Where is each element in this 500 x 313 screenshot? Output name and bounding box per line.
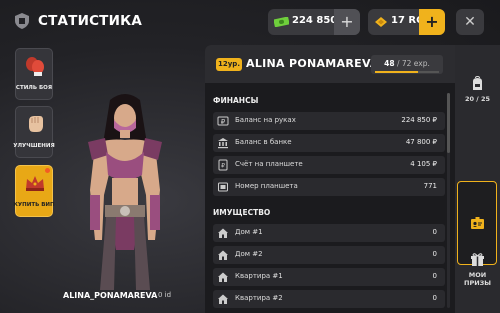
sidebar-item-fight-style[interactable]: СТИЛЬ БОЯ: [15, 48, 53, 100]
right-column: 20 / 25 МОИ ПРИЗЫ: [455, 45, 500, 313]
experience-bar: [375, 71, 439, 73]
experience-current: 48: [384, 59, 395, 68]
finance-value: 4 105 ₽: [410, 160, 437, 168]
sidebar-item-upgrades[interactable]: УЛУЧШЕНИЯ: [13, 106, 55, 158]
rc-balance: 17 RC +: [368, 9, 445, 35]
property-row: Дом #1 0: [213, 224, 445, 242]
property-value: 0: [432, 294, 437, 302]
finance-row: Номер планшета 771: [213, 178, 445, 196]
player-name: ALINA PONAMAREVA: [246, 57, 379, 70]
sidebar-item-label: КУПИТЬ ВИП: [13, 202, 55, 208]
add-rc-button[interactable]: +: [419, 9, 445, 35]
sidebar-item-label: СТИЛЬ БОЯ: [15, 85, 53, 91]
property-value: 0: [432, 228, 437, 236]
finance-value: 771: [423, 182, 437, 190]
header: СТАТИСТИКА 224 850 ₽ + 17 RC + ✕: [0, 0, 500, 44]
house-icon: [218, 250, 228, 260]
finance-label: Баланс в банке: [235, 138, 292, 146]
finance-value: 47 800 ₽: [405, 138, 437, 146]
property-value: 0: [432, 272, 437, 280]
property-row: Квартира #1 0: [213, 268, 445, 286]
profile-header: 12ур. ALINA PONAMAREVA 48 / 72 exp.: [205, 45, 455, 83]
crown-icon: [26, 176, 44, 191]
character-id: 0 id: [158, 291, 172, 299]
svg-text:₽: ₽: [221, 163, 225, 170]
finance-label: Баланс на руках: [235, 116, 296, 124]
property-label: Квартира #2: [235, 294, 283, 302]
finance-row: ₽ Счёт на планшете 4 105 ₽: [213, 156, 445, 174]
fist-icon: [29, 116, 43, 132]
gift-icon: [471, 253, 484, 266]
experience-box: 48 / 72 exp.: [371, 55, 443, 74]
sidebar-item-label: УЛУЧШЕНИЯ: [13, 143, 55, 149]
property-label: Дом #1: [235, 228, 263, 236]
section-title-finance: ФИНАНСЫ: [213, 96, 259, 105]
finance-label: Счёт на планшете: [235, 160, 303, 168]
my-prizes-label: МОИ ПРИЗЫ: [464, 271, 491, 287]
experience-text: 48 / 72 exp.: [371, 59, 443, 68]
finance-row: Баланс в банке 47 800 ₽: [213, 134, 445, 152]
shield-icon: [15, 13, 29, 29]
character-model: [88, 94, 162, 290]
section-title-property: ИМУЩЕСТВО: [213, 208, 271, 217]
svg-text:₽: ₽: [221, 118, 226, 126]
experience-bar-fill: [375, 71, 418, 73]
inventory-count: 20 / 25: [465, 95, 490, 103]
property-label: Дом #2: [235, 250, 263, 258]
backpack-icon: [473, 76, 482, 90]
scrollbar[interactable]: [447, 93, 450, 308]
house-icon: [218, 228, 228, 238]
inventory-button[interactable]: 20 / 25: [455, 73, 500, 113]
id-card-icon: [471, 217, 484, 229]
tablet-number-icon: [218, 182, 228, 192]
rc-coin-icon: [375, 17, 387, 27]
level-badge: 12ур.: [216, 58, 242, 71]
finance-label: Номер планшета: [235, 182, 298, 190]
character-name: ALINA_PONAMAREVA: [63, 291, 158, 300]
boxing-gloves-icon: [26, 57, 44, 76]
close-button[interactable]: ✕: [456, 9, 484, 35]
page-title: СТАТИСТИКА: [38, 13, 142, 29]
stats-panel: 12ур. ALINA PONAMAREVA 48 / 72 exp. ФИНА…: [205, 45, 455, 313]
finance-value: 224 850 ₽: [401, 116, 437, 124]
my-prizes-button[interactable]: МОИ ПРИЗЫ: [455, 250, 500, 300]
house-icon: [218, 272, 228, 282]
bank-icon: [218, 138, 228, 149]
tablet-icon: ₽: [218, 159, 228, 171]
finance-row: ₽ Баланс на руках 224 850 ₽: [213, 112, 445, 130]
property-value: 0: [432, 250, 437, 258]
experience-total: / 72 exp.: [394, 59, 430, 68]
scrollbar-thumb[interactable]: [447, 93, 450, 153]
cash-balance: 224 850 ₽ +: [268, 9, 360, 35]
property-label: Квартира #1: [235, 272, 283, 280]
house-icon: [218, 294, 228, 304]
property-row: Дом #2 0: [213, 246, 445, 264]
sidebar-item-buy-vip[interactable]: КУПИТЬ ВИП: [13, 165, 55, 217]
wallet-icon: ₽: [217, 116, 229, 126]
cash-icon: [274, 17, 289, 27]
property-row: Квартира #2 0: [213, 290, 445, 308]
add-cash-button[interactable]: +: [334, 9, 360, 35]
